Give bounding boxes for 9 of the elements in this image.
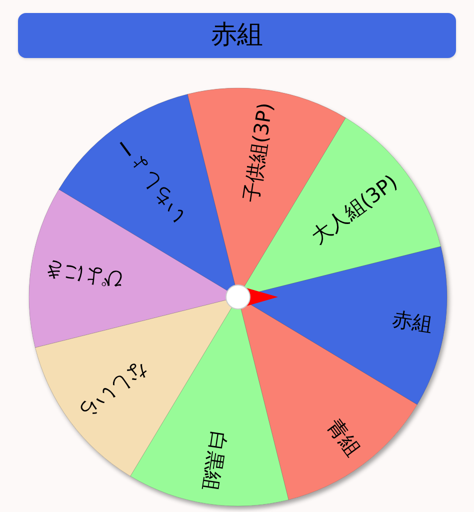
segment-label: 子供組(3P) [238,101,278,204]
segment-label: 青組 [322,414,366,461]
pointer-icon [226,284,278,310]
result-banner: 赤組 [18,13,456,58]
segment-label: 白黒組 [198,430,232,493]
segment-label: ぴよにき [42,258,125,294]
segment-label: 赤組 [390,306,434,336]
segment-label: なしいら [74,358,153,424]
segment-label: いちしょー [110,133,190,228]
